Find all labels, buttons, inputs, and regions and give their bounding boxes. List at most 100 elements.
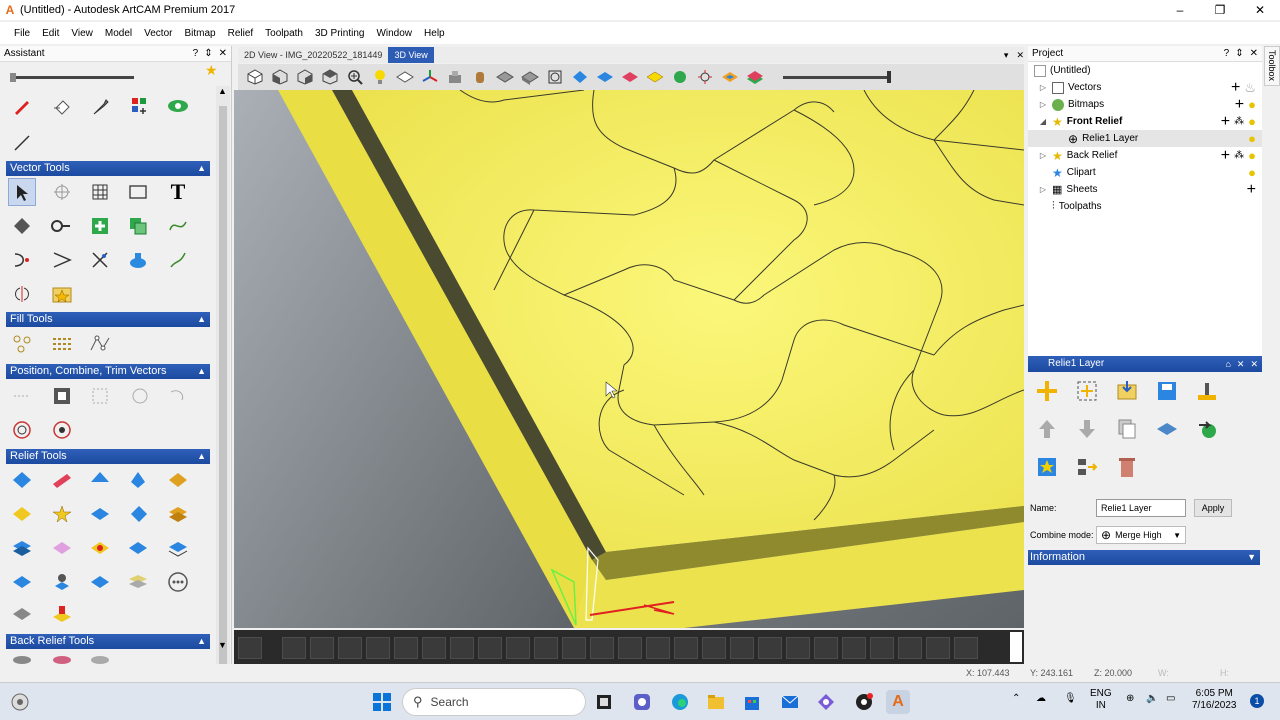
scrollbar-thumb[interactable] [219,106,227,681]
thumbnail-slot[interactable] [786,637,810,659]
view-slider-handle[interactable] [887,70,891,83]
grid-dots-icon[interactable]: ⁂ [1234,116,1244,127]
tree-item-sheets[interactable]: ▷ ▦ Sheets + [1028,181,1262,198]
material-icon[interactable] [444,66,466,88]
flat-relief-icon[interactable] [8,568,36,596]
assistant-help-button[interactable]: ? [193,48,199,59]
zero-relief-icon[interactable] [86,568,114,596]
expand-arrow-icon[interactable]: ▷ [1038,151,1048,160]
green-layer-icon[interactable] [669,66,691,88]
thumbnail-slot[interactable] [898,637,922,659]
thumbnail-slot[interactable] [730,637,754,659]
move-layer-up-icon[interactable] [1032,414,1062,444]
sparkle-icon[interactable] [694,66,716,88]
thumbnail-slot[interactable] [450,637,474,659]
slice-relief-icon[interactable] [164,534,192,562]
grid-dots-icon[interactable]: ⁂ [1234,150,1244,161]
thumbnail-slot[interactable] [422,637,446,659]
export-layer-icon[interactable] [1192,414,1222,444]
network-icon[interactable]: ⊕ [1126,693,1134,705]
volume-icon[interactable]: 🔈 [1146,693,1158,705]
close-button[interactable]: ✕ [1240,0,1280,20]
microphone-icon[interactable]: 🎙 [1064,693,1077,705]
layer-close-icon[interactable]: ✕ [1250,356,1258,372]
tab-2d-view[interactable]: 2D View - IMG_20220522_181449 [238,47,388,63]
teams-icon[interactable] [630,690,654,714]
rectangle-icon[interactable] [124,178,152,206]
star-icon[interactable]: ★ [205,62,218,79]
thumbnail-slot[interactable] [842,637,866,659]
menu-toolpath[interactable]: Toolpath [259,28,309,39]
text-tool-icon[interactable]: T [164,178,192,206]
project-help-button[interactable]: ? [1224,48,1230,59]
thumbnail-slot[interactable] [506,637,530,659]
thumbnail-slot[interactable] [310,637,334,659]
stamp-relief-icon[interactable] [48,600,76,628]
view-slider[interactable] [783,70,891,83]
tab-3d-view[interactable]: 3D View [388,47,434,63]
view-menu-button[interactable]: ▾ [1004,50,1009,61]
stamp-layer-icon[interactable] [1192,376,1222,406]
maximize-button[interactable]: ❐ [1200,0,1240,20]
color-link-icon[interactable] [164,92,192,120]
draw-relief-icon[interactable] [519,66,541,88]
menu-3d-printing[interactable]: 3D Printing [309,28,370,39]
thumbnail-slot[interactable] [702,637,726,659]
select-arrow-icon[interactable] [8,178,36,206]
collapse-icon[interactable]: ▲ [197,634,206,649]
visibility-bulb-icon[interactable]: ● [1248,148,1256,163]
menu-vector[interactable]: Vector [138,28,178,39]
assistant-scrollbar[interactable] [216,86,230,696]
mirror-icon[interactable] [8,280,36,308]
add-color-icon[interactable] [126,92,154,120]
line-tool-icon[interactable] [8,128,36,156]
delete-layer-icon[interactable] [1112,452,1142,482]
add-relief-icon[interactable] [86,534,114,562]
chrome-browser-icon[interactable] [852,690,876,714]
view-iso-icon[interactable] [244,66,266,88]
tree-item-back-relief[interactable]: ▷ ★ Back Relief + ⁂ ● [1028,147,1262,164]
thumbnail-slot[interactable] [282,637,306,659]
add-icon[interactable]: + [1221,113,1230,131]
trim-icon[interactable] [86,246,114,274]
pipette-tool-icon[interactable] [86,92,114,120]
pattern-fill-icon[interactable] [48,330,76,358]
tree-item-relief-layer[interactable]: ⊕ Relie1 Layer ● [1028,130,1262,147]
menu-relief[interactable]: Relief [222,28,260,39]
shape-editor-icon[interactable] [8,466,36,494]
thumbnail-slot[interactable] [758,637,782,659]
thumbnail-slot[interactable] [394,637,418,659]
layered-icon[interactable] [164,500,192,528]
thumbnail-slot[interactable] [814,637,838,659]
tray-chevron-icon[interactable]: ⌃ [1012,693,1020,705]
assistant-pin-button[interactable]: ⇕ [204,48,212,59]
offset-relief-icon[interactable] [124,534,152,562]
visibility-bulb-icon[interactable]: ● [1248,114,1256,129]
node-edit-icon[interactable] [8,212,36,240]
menu-bitmap[interactable]: Bitmap [178,28,221,39]
eraser-tool-icon[interactable] [48,92,76,120]
move-layer-down-icon[interactable] [1072,414,1102,444]
colored-plane-icon[interactable] [719,66,741,88]
battery-icon[interactable]: ▭ [1166,693,1175,705]
new-layer-icon[interactable] [1032,376,1062,406]
view-top-icon[interactable] [319,66,341,88]
shear-icon[interactable] [124,500,152,528]
star-relief-icon[interactable] [48,500,76,528]
save-layer-icon[interactable] [1152,376,1182,406]
scale-relief-icon[interactable] [48,534,76,562]
red-layer-icon[interactable] [619,66,641,88]
group-vectors-icon[interactable] [124,212,152,240]
rainbow-icon[interactable] [744,66,766,88]
thumbnail-slot[interactable] [238,637,262,659]
thumbnail-slot[interactable] [870,637,894,659]
thumbnail-slot[interactable] [366,637,390,659]
expand-arrow-icon[interactable]: ▷ [1038,185,1048,194]
wrap-icon[interactable] [164,382,192,410]
two-rail-icon[interactable] [124,466,152,494]
expand-arrow-icon[interactable]: ▷ [1038,83,1048,92]
widget-icon[interactable] [8,690,32,714]
axes-icon[interactable] [419,66,441,88]
extrude-icon[interactable] [48,466,76,494]
menu-model[interactable]: Model [99,28,138,39]
